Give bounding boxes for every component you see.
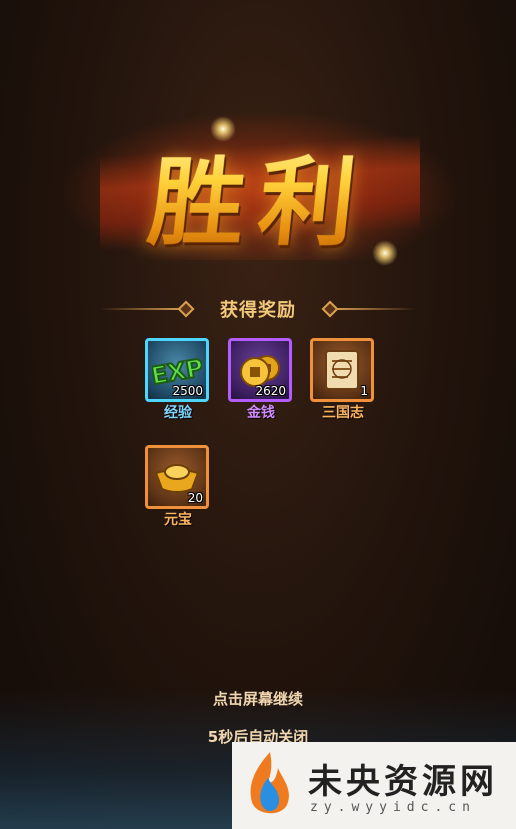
reward-item-ingot[interactable]: 20 元宝 bbox=[145, 445, 211, 529]
reward-item-gold[interactable]: 2620 金钱 bbox=[228, 338, 294, 422]
reward-name: 经验 bbox=[164, 405, 192, 421]
victory-title: 胜利 bbox=[53, 125, 468, 264]
flame-logo-icon bbox=[250, 752, 289, 814]
reward-frame: EXP 2500 bbox=[145, 338, 209, 402]
reward-count: 2620 bbox=[255, 384, 286, 398]
watermark-url: zy.wyyidc.cn bbox=[310, 800, 476, 815]
sparkle-icon bbox=[210, 116, 236, 142]
reward-name: 元宝 bbox=[164, 512, 192, 528]
tap-to-continue-hint[interactable]: 点击屏幕继续 bbox=[0, 688, 516, 709]
victory-banner: 胜利 bbox=[60, 80, 460, 280]
reward-name: 金钱 bbox=[247, 405, 275, 421]
watermark: 未央资源网 zy.wyyidc.cn bbox=[232, 742, 516, 829]
rewards-header: 获得奖励 bbox=[100, 296, 416, 322]
sparkle-icon bbox=[372, 240, 398, 266]
reward-item-book[interactable]: 1 三国志 bbox=[310, 338, 376, 422]
reward-frame: 20 bbox=[145, 445, 209, 509]
header-divider-right bbox=[336, 308, 416, 310]
reward-name: 三国志 bbox=[322, 405, 364, 421]
reward-frame: 2620 bbox=[228, 338, 292, 402]
watermark-title: 未央资源网 bbox=[308, 762, 498, 802]
reward-frame: 1 bbox=[310, 338, 374, 402]
reward-item-exp[interactable]: EXP 2500 经验 bbox=[145, 338, 211, 422]
reward-count: 2500 bbox=[172, 384, 203, 398]
reward-count: 1 bbox=[360, 384, 368, 398]
reward-count: 20 bbox=[187, 491, 203, 505]
